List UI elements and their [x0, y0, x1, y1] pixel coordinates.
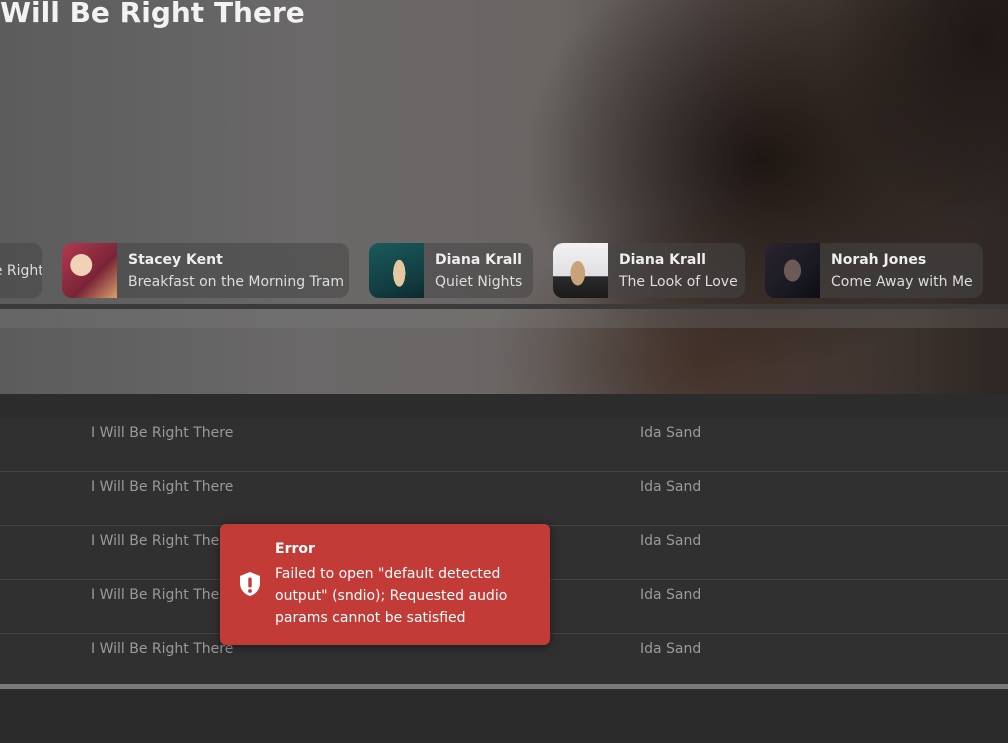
album-card-title: Breakfast on the Morning Tram: [128, 273, 345, 290]
album-card-title: Come Away with Me: [831, 273, 973, 290]
track-artist: Ida Sand: [640, 479, 702, 495]
album-art: [369, 243, 424, 298]
track-artist: Ida Sand: [640, 533, 702, 549]
album-card-artist: Norah Jones: [831, 251, 927, 268]
error-toast[interactable]: Error Failed to open "default detected o…: [220, 524, 550, 645]
album-card[interactable]: Diana Krall The Look of Love: [553, 243, 745, 298]
track-list-header: [0, 394, 1008, 418]
album-art: [62, 243, 117, 298]
footer-area: [0, 689, 1008, 743]
album-card-artist: Stacey Kent: [128, 251, 223, 268]
album-card-title: Quiet Nights: [435, 273, 523, 290]
album-card[interactable]: Norah Jones Come Away with Me: [765, 243, 983, 298]
track-title: I Will Be Right There: [91, 641, 234, 657]
album-art: [553, 243, 608, 298]
track-artist: Ida Sand: [640, 425, 702, 441]
shield-alert-icon: [240, 572, 260, 596]
track-artist: Ida Sand: [640, 641, 702, 657]
toast-message: Failed to open "default detected output"…: [275, 566, 508, 626]
table-row[interactable]: I Will Be Right There Ida Sand: [0, 472, 1008, 526]
track-title: I Will Be Right There: [91, 425, 234, 441]
album-card-title: The Look of Love: [619, 273, 738, 290]
hero-banner: I Will Be Right There I Will Be Right Th…: [0, 0, 1008, 394]
album-card[interactable]: Diana Krall Quiet Nights: [369, 243, 533, 298]
album-card-artist: Diana Krall: [619, 251, 706, 268]
toast-title: Error: [275, 541, 315, 557]
album-strip: I Will Be Right There Stacey Kent Breakf…: [0, 243, 1008, 299]
track-title: I Will Be Right There: [91, 533, 234, 549]
album-card-title: I Will Be Right There: [0, 262, 42, 279]
track-title: I Will Be Right There: [91, 479, 234, 495]
track-title: I Will Be Right There: [91, 587, 234, 603]
table-row[interactable]: I Will Be Right There Ida Sand: [0, 418, 1008, 472]
hero-title: I Will Be Right There: [0, 0, 305, 29]
hero-band: [0, 309, 1008, 328]
track-artist: Ida Sand: [640, 587, 702, 603]
album-card[interactable]: I Will Be Right There: [0, 243, 42, 298]
album-card[interactable]: Stacey Kent Breakfast on the Morning Tra…: [62, 243, 349, 298]
album-art: [765, 243, 820, 298]
album-card-artist: Diana Krall: [435, 251, 522, 268]
